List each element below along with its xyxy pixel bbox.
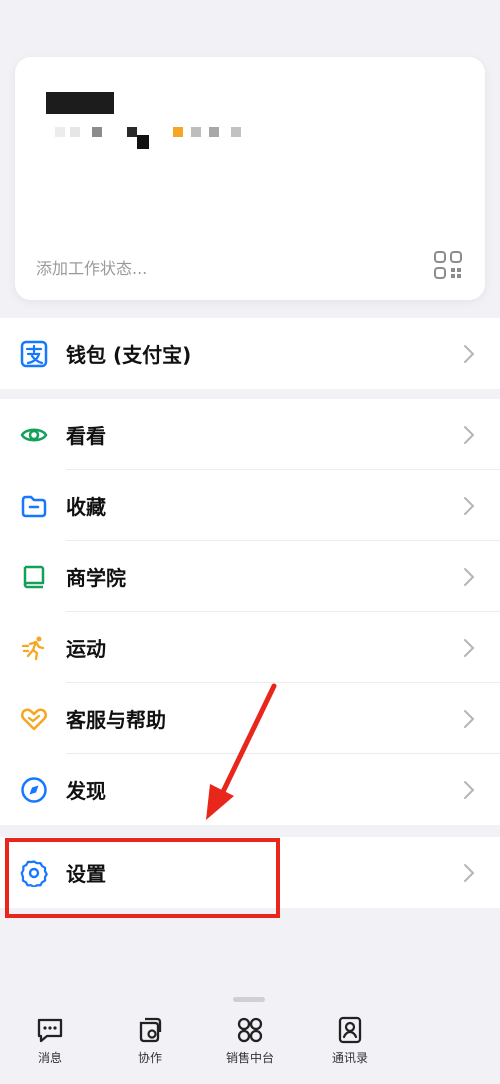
contacts-icon [338, 1016, 362, 1044]
id-mosaic [137, 135, 149, 149]
menu-item-business-school[interactable]: 商学院 [0, 541, 500, 612]
alipay-icon [20, 340, 48, 368]
grid-apps-icon [237, 1017, 263, 1043]
menu-item-sports[interactable]: 运动 [0, 612, 500, 683]
menu-item-label: 看看 [66, 424, 106, 448]
wallet-group: 钱包 (支付宝) [0, 318, 500, 389]
menu-item-label: 收藏 [66, 495, 106, 519]
tab-label: 销售中台 [225, 1051, 274, 1065]
chevron-right-icon [464, 497, 475, 515]
chevron-right-icon [464, 781, 475, 799]
menu-item-label: 运动 [66, 637, 106, 661]
drag-handle[interactable] [233, 997, 265, 1002]
menu-item-label: 客服与帮助 [66, 708, 166, 732]
name-mosaic [46, 92, 114, 114]
id-mosaic [92, 127, 102, 137]
message-icon [37, 1018, 63, 1043]
tab-label: 通讯录 [331, 1051, 368, 1065]
id-mosaic [173, 127, 183, 137]
annotation-arrow-icon [206, 683, 277, 820]
running-icon [21, 636, 45, 661]
tab-collab[interactable]: 协作 [100, 1015, 200, 1075]
annotation-highlight-box [5, 838, 280, 918]
chevron-right-icon [464, 568, 475, 586]
id-mosaic [191, 127, 201, 137]
folder-icon [21, 495, 47, 518]
collab-icon [139, 1017, 162, 1043]
id-mosaic [231, 127, 241, 137]
wallet-label: 钱包 (支付宝) [66, 343, 192, 367]
tab-label: 协作 [137, 1051, 162, 1065]
tab-messages[interactable]: 消息 [0, 1015, 100, 1075]
compass-icon [21, 777, 47, 803]
profile-card[interactable]: 添加工作状态... [15, 57, 485, 300]
tab-contacts[interactable]: 通讯录 [300, 1015, 400, 1075]
id-mosaic [55, 127, 65, 137]
heart-hands-icon [21, 708, 47, 731]
book-icon [23, 565, 45, 589]
eye-icon [20, 428, 48, 442]
add-work-status[interactable]: 添加工作状态... [36, 255, 147, 279]
id-mosaic [209, 127, 219, 137]
chevron-right-icon [464, 864, 475, 882]
menu-item-favorites[interactable]: 收藏 [0, 470, 500, 541]
tab-sales[interactable]: 销售中台 [200, 1015, 300, 1075]
id-mosaic [127, 127, 137, 137]
chevron-right-icon [464, 345, 475, 363]
menu-item-label: 商学院 [66, 566, 126, 590]
chevron-right-icon [464, 426, 475, 444]
tab-label: 消息 [37, 1051, 62, 1065]
bottom-tab-bar: 消息 协作 销售中台 通讯录 [0, 985, 500, 1084]
menu-item-label: 发现 [66, 779, 106, 803]
id-mosaic [70, 127, 80, 137]
qr-code-icon[interactable] [433, 250, 463, 280]
chevron-right-icon [464, 710, 475, 728]
wallet-row[interactable]: 钱包 (支付宝) [0, 318, 500, 389]
menu-item-kankan[interactable]: 看看 [0, 399, 500, 470]
chevron-right-icon [464, 639, 475, 657]
